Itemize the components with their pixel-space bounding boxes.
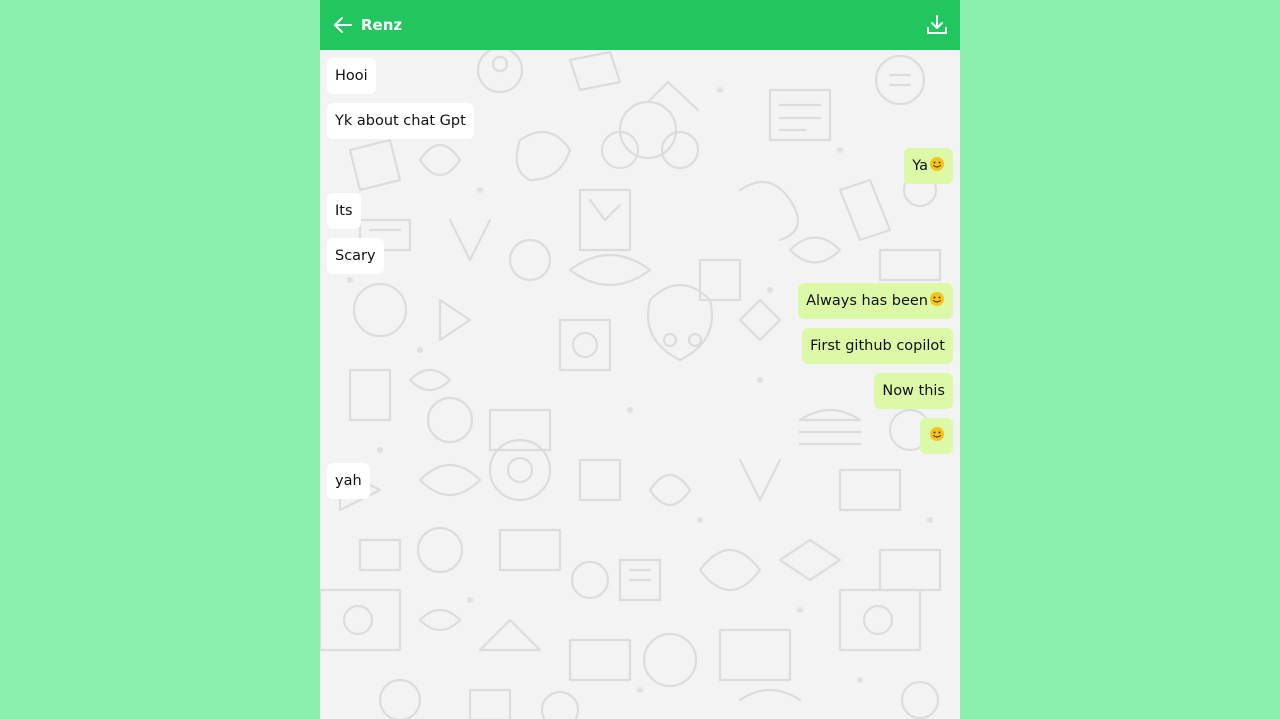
message-text: First github copilot bbox=[810, 338, 945, 354]
slightly-smiling-face-icon bbox=[930, 157, 944, 171]
message-incoming[interactable]: Yk about chat Gpt bbox=[327, 103, 474, 139]
message-incoming[interactable]: Scary bbox=[327, 238, 384, 274]
message-outgoing[interactable] bbox=[920, 418, 953, 454]
message-text: Scary bbox=[335, 248, 376, 264]
message-incoming[interactable]: yah bbox=[327, 463, 370, 499]
message-outgoing[interactable]: Ya bbox=[904, 148, 953, 184]
message-text: Ya bbox=[912, 158, 928, 174]
chat-header: Renz bbox=[320, 0, 960, 50]
arrow-left-icon[interactable] bbox=[332, 14, 354, 36]
message-incoming[interactable]: Hooi bbox=[327, 58, 376, 94]
message-text: Now this bbox=[882, 383, 945, 399]
message-outgoing[interactable]: Now this bbox=[874, 373, 953, 409]
message-text: Yk about chat Gpt bbox=[335, 113, 466, 129]
message-outgoing[interactable]: Always has been bbox=[798, 283, 953, 319]
chat-window: Renz Hooi Yk about chat Gpt Ya Its Scary… bbox=[320, 0, 960, 719]
slightly-smiling-face-icon bbox=[930, 292, 944, 306]
message-text: Always has been bbox=[806, 293, 928, 309]
message-text: Hooi bbox=[335, 68, 368, 84]
message-incoming[interactable]: Its bbox=[327, 193, 361, 229]
slightly-smiling-face-icon bbox=[930, 427, 944, 441]
message-text: yah bbox=[335, 473, 362, 489]
download-icon[interactable] bbox=[926, 14, 948, 36]
message-outgoing[interactable]: First github copilot bbox=[802, 328, 953, 364]
contact-name[interactable]: Renz bbox=[361, 15, 402, 35]
message-text: Its bbox=[335, 203, 353, 219]
message-list: Hooi Yk about chat Gpt Ya Its Scary Alwa… bbox=[320, 50, 960, 719]
